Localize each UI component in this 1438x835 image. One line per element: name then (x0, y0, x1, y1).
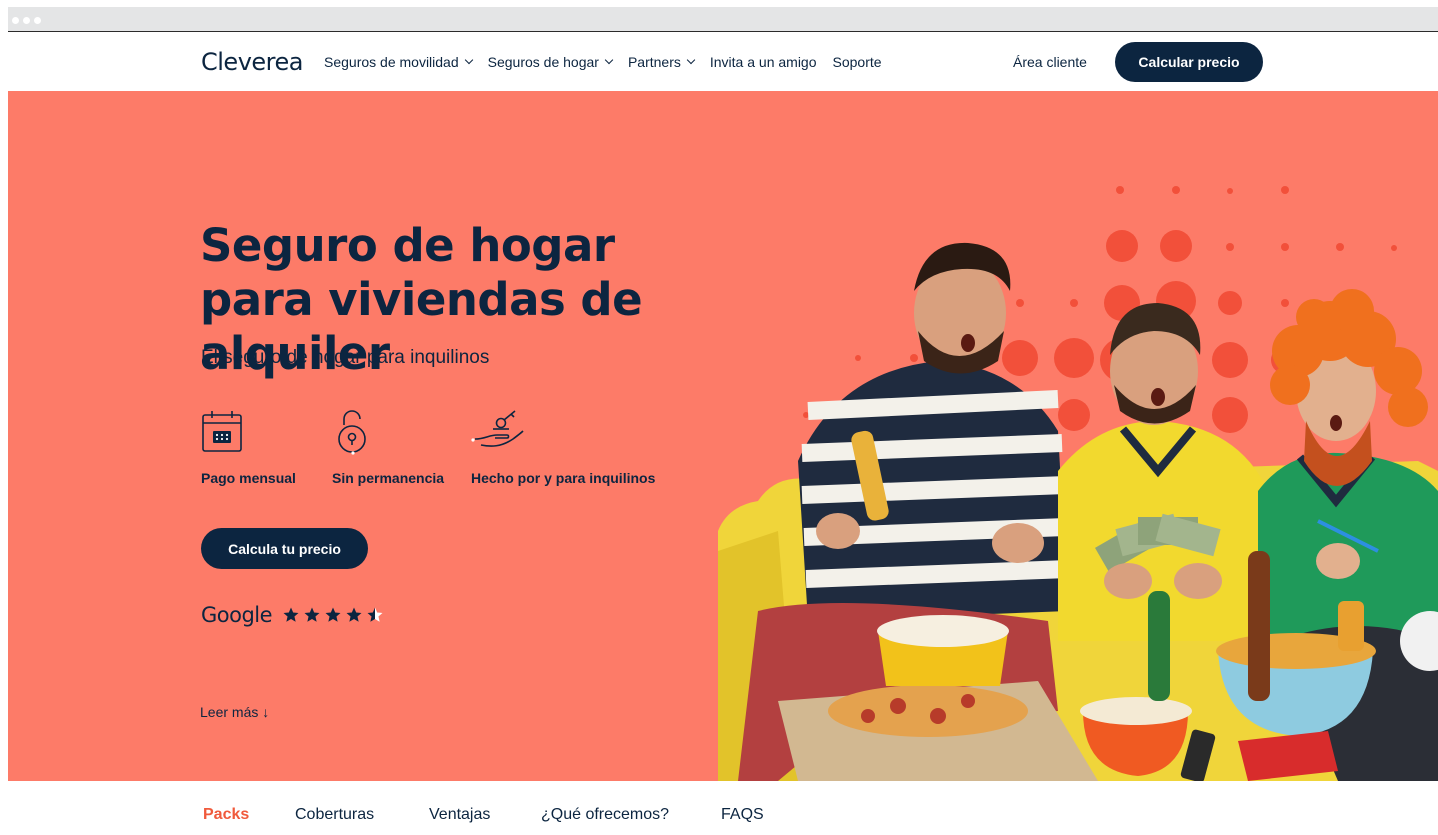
chevron-down-icon (686, 55, 696, 65)
window-chrome (8, 7, 1438, 31)
top-nav: Cleverea Seguros de movilidad Seguros de… (8, 32, 1438, 91)
nav-item-label: Soporte (832, 54, 882, 70)
chevron-down-icon (604, 55, 614, 65)
nav-item-partners[interactable]: Partners (627, 54, 696, 70)
nav-item-label: Invita a un amigo (709, 54, 817, 70)
feature-label: Sin permanencia (332, 470, 445, 486)
tab-faqs[interactable]: FAQS (721, 806, 764, 824)
nav-item-label: Partners (627, 54, 681, 70)
feature-label: Pago mensual (201, 470, 296, 486)
nav-item-label: Seguros de movilidad (324, 54, 459, 70)
calculate-your-price-button[interactable]: Calcula tu precio (201, 528, 368, 569)
window-dot[interactable] (23, 17, 30, 24)
nav-menu: Seguros de movilidad Seguros de hogar Pa… (324, 54, 898, 70)
nav-item-soporte[interactable]: Soporte (833, 54, 882, 70)
tab-ventajas[interactable]: Ventajas (429, 806, 490, 824)
client-area-link[interactable]: Área cliente (1013, 54, 1087, 70)
nav-item-invita[interactable]: Invita a un amigo (710, 54, 817, 70)
feature-monthly-payment: Pago mensual (201, 409, 296, 486)
feature-label: Hecho por y para inquilinos (471, 470, 656, 486)
star-icon (346, 607, 362, 622)
google-rating-source: Google (201, 603, 273, 627)
tab-que-ofrecemos[interactable]: ¿Qué ofrecemos? (541, 806, 669, 824)
google-rating: Google (201, 603, 384, 627)
open-padlock-icon (338, 410, 366, 455)
hero-photo-friends (718, 186, 1438, 781)
tab-packs[interactable]: Packs (203, 806, 249, 824)
nav-item-seguros-hogar[interactable]: Seguros de hogar (487, 54, 614, 70)
page: Cleverea Seguros de movilidad Seguros de… (8, 31, 1438, 835)
tab-coberturas[interactable]: Coberturas (295, 806, 374, 824)
feature-no-permanence: Sin permanencia (332, 409, 444, 486)
hero-subtitle: El seguro de hogar para inquilinos (201, 347, 490, 368)
window-dot[interactable] (34, 17, 41, 24)
frame-top (0, 0, 1438, 7)
nav-item-label: Seguros de hogar (487, 54, 599, 70)
logo[interactable]: Cleverea (201, 48, 303, 76)
section-tabs: Packs Coberturas Ventajas ¿Qué ofrecemos… (8, 781, 1438, 835)
star-icon (304, 607, 320, 622)
feature-made-for-tenants: Hecho por y para inquilinos (471, 409, 655, 486)
nav-item-seguros-movilidad[interactable]: Seguros de movilidad (324, 54, 473, 70)
window-dot[interactable] (12, 17, 19, 24)
half-star-icon (367, 607, 383, 622)
star-icon (325, 607, 341, 622)
hero-section: Seguro de hogar para viviendas de alquil… (8, 91, 1438, 781)
chevron-down-icon (464, 55, 473, 65)
read-more-link[interactable]: Leer más ↓ (200, 704, 269, 720)
calendar-icon (202, 411, 242, 452)
rating-stars (282, 606, 384, 624)
star-icon (283, 607, 299, 622)
hand-key-icon (471, 410, 524, 447)
calculate-price-button[interactable]: Calcular precio (1115, 42, 1263, 82)
